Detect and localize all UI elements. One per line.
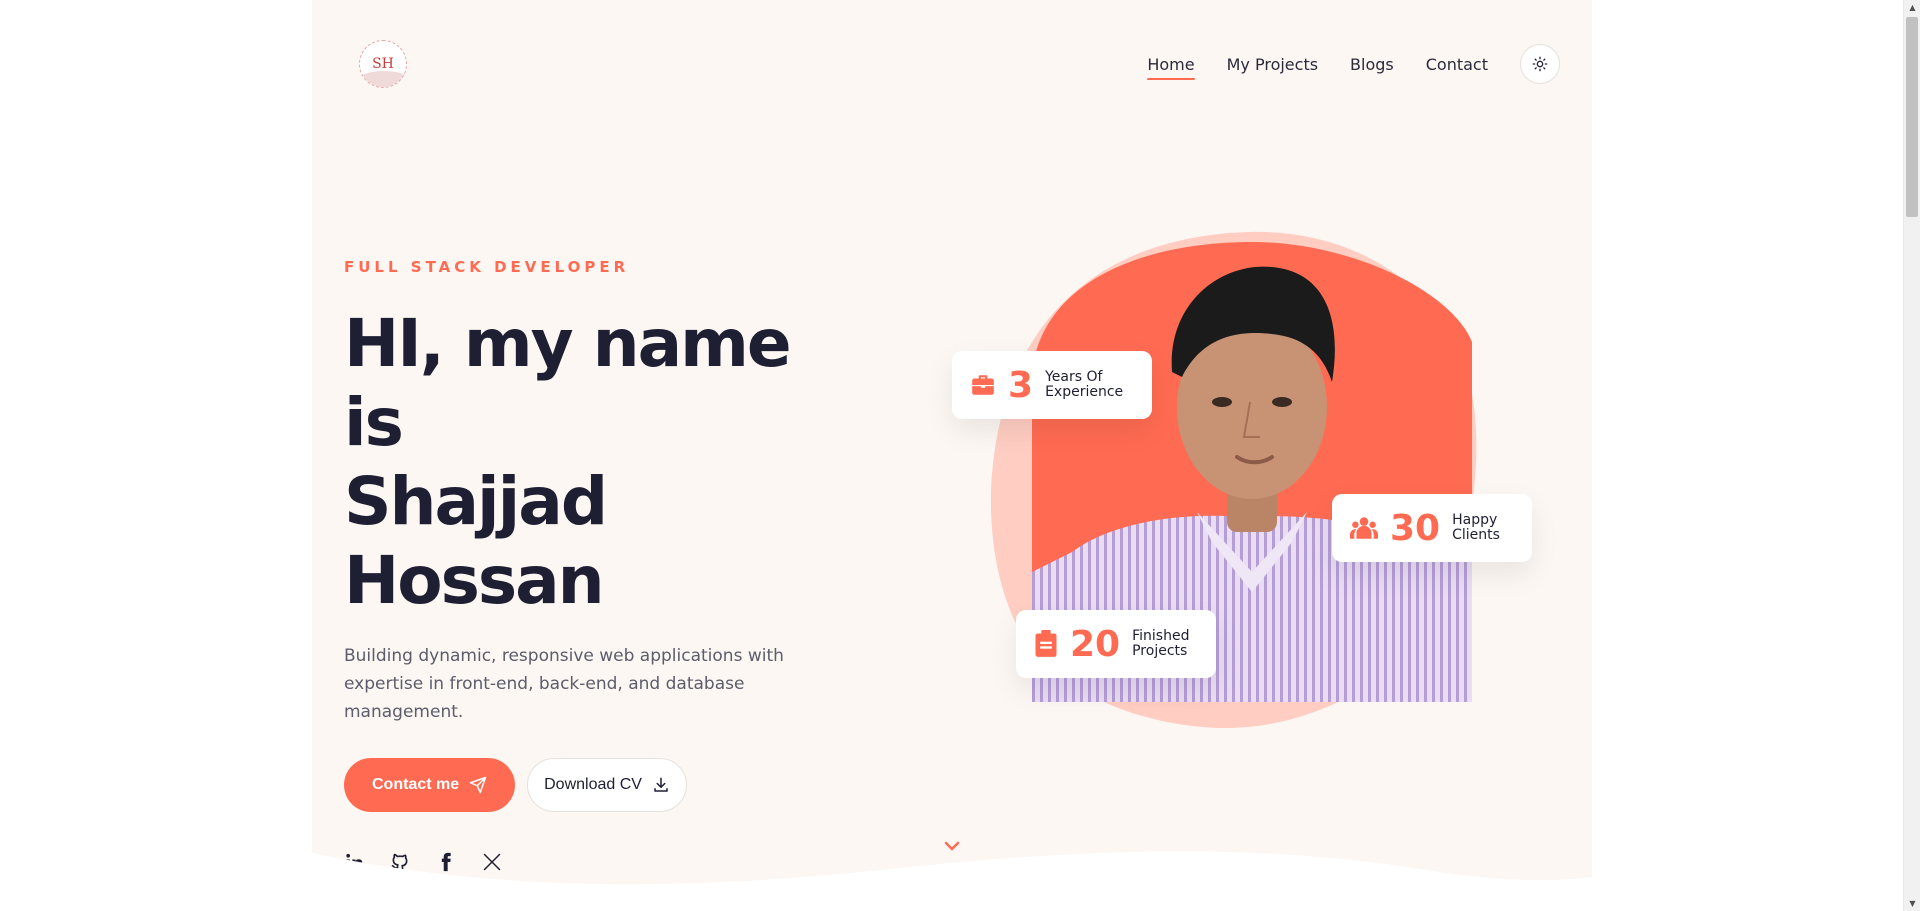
download-icon [654,777,668,792]
hero-intro: FULL STACK DEVELOPER HI, my name is Shaj… [344,258,864,872]
contact-me-label: Contact me [372,776,460,793]
theme-toggle-button[interactable] [1520,44,1560,84]
stat-card-experience: 3 Years Of Experience [952,351,1152,419]
hero-title-line-1: HI, my name is [344,305,792,461]
stat-label: Happy Clients [1452,513,1500,543]
hero-description: Building dynamic, responsive web applica… [344,646,784,722]
page-shell: SH Home My Projects Blogs Contact FULL S… [312,0,1592,911]
stat-label-line: Finished [1132,628,1190,644]
main-nav: Home My Projects Blogs Contact [1147,44,1560,84]
stat-card-clients: 30 Happy Clients [1332,494,1532,562]
scroll-up-arrow-icon[interactable]: ▲ [1907,2,1918,13]
role-eyebrow: FULL STACK DEVELOPER [344,258,630,276]
stat-label: Years Of Experience [1045,370,1123,400]
stat-number: 3 [1008,364,1034,406]
stat-number: 20 [1070,623,1121,665]
stat-label-line: Clients [1452,527,1500,543]
nav-item-contact[interactable]: Contact [1426,47,1488,82]
site-logo[interactable]: SH [359,40,407,88]
cta-row: Contact me Download CV [344,758,864,812]
contact-me-button[interactable]: Contact me [344,758,516,812]
download-cv-label: Download CV [544,776,642,793]
stat-label-line: Projects [1132,643,1188,659]
send-icon [469,776,487,794]
stat-label-line: Happy [1452,512,1498,528]
hero-visual: 3 Years Of Experience 30 Happy Clients 2… [952,230,1532,730]
nav-item-blogs[interactable]: Blogs [1350,47,1394,82]
scroll-down-arrow-icon[interactable]: ▼ [1907,898,1918,909]
stat-card-projects: 20 Finished Projects [1016,610,1216,678]
stat-label: Finished Projects [1132,629,1189,659]
scroll-down-button[interactable] [943,838,961,857]
users-icon [1350,517,1378,539]
download-cv-button[interactable]: Download CV [527,758,687,812]
wave-divider [312,851,1592,911]
page-scrollbar[interactable]: ▲ ▼ [1903,0,1920,911]
stat-number: 30 [1390,507,1441,549]
hero-title-line-2: Shajjad Hossan [344,463,608,619]
nav-item-home[interactable]: Home [1147,47,1195,82]
sun-icon [1532,56,1548,72]
hero-title: HI, my name is Shajjad Hossan [344,304,864,620]
scrollbar-thumb[interactable] [1906,17,1918,217]
document-icon [1035,630,1057,657]
stat-label-line: Experience [1045,384,1124,400]
briefcase-icon [972,375,994,395]
nav-item-my-projects[interactable]: My Projects [1227,47,1318,82]
logo-monogram: SH [372,56,394,72]
stat-label-line: Years Of [1045,369,1103,385]
chevron-down-icon [944,841,960,851]
